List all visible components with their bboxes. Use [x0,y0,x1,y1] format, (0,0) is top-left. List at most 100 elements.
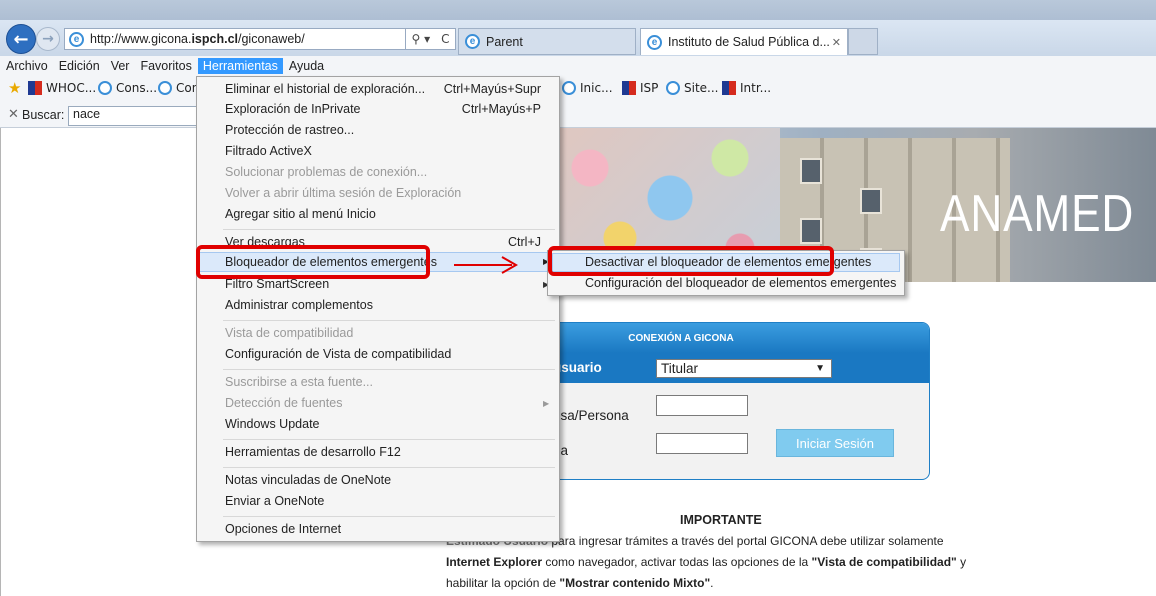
menu-item-activex[interactable]: Filtrado ActiveX [225,144,312,158]
favorite-isp[interactable]: ISP [622,81,658,95]
address-suffix: /giconaweb/ [238,32,305,46]
menu-item-feed-discovery: Detección de fuentes [225,396,343,410]
close-find-icon[interactable]: ✕ [8,107,19,122]
ie-tab-icon: e [465,34,480,49]
refresh-icon[interactable]: C [441,32,449,46]
favorite-label: Inic... [580,81,613,95]
important-text: . [710,576,714,590]
menu-item-internet-options[interactable]: Opciones de Internet [225,522,341,536]
tab-label: Parent [486,34,523,49]
important-text: "Mostrar contenido Mixto" [559,576,711,590]
menu-herramientas[interactable]: Herramientas [197,58,283,74]
chevron-down-icon: ▼ [815,363,825,374]
important-text: y [956,555,967,569]
find-input[interactable]: nace [68,106,198,126]
company-input[interactable] [656,395,748,416]
menu-ayuda[interactable]: Ayuda [284,58,329,74]
tab-instituto[interactable]: e Instituto de Salud Pública d... ✕ [640,28,848,55]
favorite-label: ISP [640,81,659,95]
important-text: Internet Explorer [446,555,543,569]
menu-item-compat-view: Vista de compatibilidad [225,326,354,340]
login-button[interactable]: Iniciar Sesión [776,429,894,457]
favorite-label: Site... [684,81,719,95]
menu-item-send-onenote[interactable]: Enviar a OneNote [225,494,324,508]
flag-icon [622,81,636,95]
forward-arrow-icon: → [42,31,54,47]
submenu-arrow-icon: ▶ [543,399,550,408]
menu-item-windows-update[interactable]: Windows Update [225,417,320,431]
menu-item-addons[interactable]: Administrar complementos [225,298,373,312]
favorite-label: Cons... [116,81,158,95]
menu-item-subscribe-feed: Suscribirse a esta fuente... [225,375,373,389]
ie-icon [98,81,112,95]
menu-item-inprivate[interactable]: Exploración de InPrivate [225,102,361,116]
menu-favoritos[interactable]: Favoritos [135,58,196,74]
menu-ver[interactable]: Ver [106,58,135,74]
company-label: esa/Persona [553,408,629,423]
favorite-site[interactable]: Site... [666,81,718,95]
user-type-select[interactable]: Titular ▼ [656,359,832,378]
menu-item-tracking-protection[interactable]: Protección de rastreo... [225,123,354,137]
menu-separator [223,516,555,517]
favorite-label: Intr... [740,81,772,95]
address-host: ispch.cl [191,32,238,46]
menu-separator [223,320,555,321]
menu-item-compat-settings[interactable]: Configuración de Vista de compatibilidad [225,347,451,361]
back-button[interactable]: ← [6,24,36,54]
important-text: como navegador, activar todas las opcion… [542,555,812,569]
favorite-whoc[interactable]: WHOC... [28,81,96,95]
important-text: "Vista de compatibilidad" [811,555,957,569]
shortcut-inprivate: Ctrl+Mayús+P [461,102,541,116]
ie-page-icon: e [69,31,84,47]
favorite-intr[interactable]: Intr... [722,81,771,95]
tab-parent[interactable]: e Parent [458,28,636,55]
annotation-arrow-icon [454,256,519,274]
menu-separator [223,467,555,468]
search-dropdown-icon[interactable]: ⚲ ▾ [411,32,430,46]
favorite-inic[interactable]: Inic... [562,81,613,95]
menu-item-fix-connection: Solucionar problemas de conexión... [225,165,428,179]
tab-label: Instituto de Salud Pública d... [668,35,830,49]
address-controls: ⚲ ▾ C [406,28,456,50]
password-input[interactable] [656,433,748,454]
forward-button[interactable]: → [36,27,60,51]
close-tab-icon[interactable]: ✕ [832,36,841,49]
ie-icon [562,81,576,95]
new-tab-button[interactable] [848,28,878,55]
menu-item-f12[interactable]: Herramientas de desarrollo F12 [225,445,401,459]
favorite-cons[interactable]: Cons... [98,81,157,95]
tools-menu: Eliminar el historial de exploración... … [196,76,560,542]
ie-icon [666,81,680,95]
banner-title: ANAMED [940,185,1135,243]
ie-icon [158,81,172,95]
menu-archivo[interactable]: Archivo [1,58,53,74]
flag-icon [28,81,42,95]
select-value: Titular [661,361,699,376]
menu-item-onenote-notes[interactable]: Notas vinculadas de OneNote [225,473,391,487]
menu-separator [223,369,555,370]
menu-edicion[interactable]: Edición [54,58,105,74]
shortcut-downloads: Ctrl+J [508,235,541,249]
important-title: IMPORTANTE [680,513,762,527]
important-text: habilitar la opción de [446,576,560,590]
important-line2: Internet Explorer como navegador, activa… [446,555,966,569]
submenu-item-blocker-settings[interactable]: Configuración del bloqueador de elemento… [585,276,896,290]
important-line3: habilitar la opción de "Mostrar contenid… [446,576,713,590]
menu-item-add-start[interactable]: Agregar sitio al menú Inicio [225,207,376,221]
favorite-con[interactable]: Con [158,81,199,95]
menu-item-reopen-session: Volver a abrir última sesión de Explorac… [225,186,462,200]
favorites-star-icon[interactable]: ★ [8,81,26,96]
address-bar[interactable]: e http://www.gicona. ispch.cl/giconaweb/ [64,28,406,50]
find-label: Buscar: [22,108,65,122]
user-type-label: usuario [553,360,602,375]
shortcut-delete-history: Ctrl+Mayús+Supr [443,82,541,96]
back-arrow-icon: ← [13,28,29,50]
menu-item-delete-history[interactable]: Eliminar el historial de exploración... [225,82,425,96]
annotation-box-popup-blocker [196,245,430,279]
menu-bar: Archivo Edición Ver Favoritos Herramient… [0,56,1156,76]
menu-item-smartscreen[interactable]: Filtro SmartScreen [225,277,329,291]
annotation-box-disable [548,246,834,276]
menu-separator [223,439,555,440]
ie-tab-icon: e [647,34,662,50]
menu-separator [223,229,555,230]
